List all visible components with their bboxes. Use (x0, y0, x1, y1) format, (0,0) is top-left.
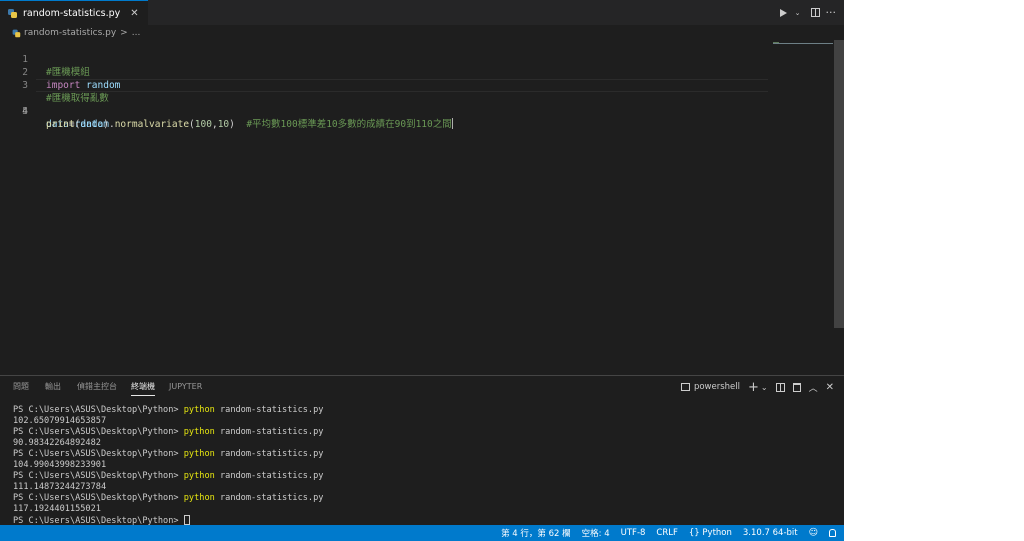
code-line-2: 2 import random (0, 53, 834, 91)
terminal-command: python (183, 471, 215, 481)
current-line-highlight (36, 79, 768, 92)
terminal-args: random-statistics.py (214, 449, 324, 459)
variable: data (80, 119, 104, 130)
terminal-cursor (183, 515, 190, 525)
tab-problems[interactable]: 問題 (13, 380, 29, 396)
terminal-command: python (183, 405, 215, 415)
run-python-file-icon[interactable] (779, 8, 787, 17)
scrollbar-track (834, 328, 844, 374)
breadcrumb-file[interactable]: random-statistics.py (24, 28, 116, 38)
vertical-scrollbar[interactable] (834, 40, 844, 328)
split-terminal-icon[interactable] (775, 382, 785, 392)
terminal-command: python (183, 493, 215, 503)
bottom-panel: 問題 輸出 偵錯主控台 終端機 JUPYTER powershell + ⌄ ︿… (0, 375, 844, 527)
code-line-4: 4 data=random.normalvariate(100,10) #平均數… (0, 79, 834, 130)
status-bar: 第 4 行，第 62 欄 空格: 4 UTF-8 CRLF {} Python … (0, 525, 844, 541)
feedback-icon[interactable]: ☺ (809, 528, 818, 538)
terminal-args: random-statistics.py (214, 471, 324, 481)
status-items: 第 4 行，第 62 欄 空格: 4 UTF-8 CRLF {} Python … (501, 525, 836, 541)
status-interpreter[interactable]: 3.10.7 64-bit (743, 528, 798, 538)
terminal-output-line: 117.1924401155021 (13, 504, 101, 514)
text-cursor (451, 118, 453, 129)
paren-close: ) (229, 119, 235, 130)
panel-actions: powershell + ⌄ ︿ ✕ (680, 379, 834, 395)
vscode-window: random-statistics.py ✕ ⌄ ··· random-stat… (0, 0, 844, 541)
tab-debug-console[interactable]: 偵錯主控台 (77, 380, 117, 396)
terminal-output-line: 104.99043998233901 (13, 460, 107, 470)
terminal-args: random-statistics.py (214, 493, 324, 503)
number-arg: 100 (194, 119, 212, 130)
status-indentation[interactable]: 空格: 4 (582, 527, 610, 539)
python-file-icon (8, 8, 17, 18)
notifications-bell-icon[interactable] (829, 529, 836, 537)
more-actions-icon[interactable]: ··· (826, 7, 837, 18)
terminal-output-line: 102.65079914653857 (13, 416, 107, 426)
tab-jupyter[interactable]: JUPYTER (169, 380, 202, 396)
terminal-line: PS C:\Users\ASUS\Desktop\Python> python … (13, 427, 323, 438)
terminal-line: PS C:\Users\ASUS\Desktop\Python> python … (13, 493, 323, 504)
close-tab-icon[interactable]: ✕ (130, 8, 138, 19)
comment: #平均數100標準差10多數的成績在90到110之間 (246, 119, 452, 130)
code-line-1: 1 #匯機模組 (0, 40, 834, 78)
kill-terminal-icon[interactable] (792, 382, 801, 392)
number-arg: 10 (217, 119, 230, 130)
new-terminal-icon[interactable]: + (748, 380, 759, 395)
status-cursor-position[interactable]: 第 4 行，第 62 欄 (501, 527, 571, 539)
terminal-prompt: PS C:\Users\ASUS\Desktop\Python> (13, 493, 184, 503)
terminal-shell-label[interactable]: powershell (694, 382, 740, 392)
function-name: print (46, 119, 75, 130)
status-eol[interactable]: CRLF (656, 528, 677, 538)
status-encoding[interactable]: UTF-8 (621, 528, 646, 538)
python-file-icon (12, 29, 21, 37)
run-options-chevron-icon[interactable]: ⌄ (795, 9, 801, 17)
terminal-output-line: 111.14873244273784 (13, 482, 107, 492)
terminal-prompt: PS C:\Users\ASUS\Desktop\Python> (13, 471, 184, 481)
function-name: normalvariate (114, 119, 190, 130)
status-language-label: Python (702, 528, 732, 538)
terminal-args: random-statistics.py (214, 427, 324, 437)
paren-close: ) (103, 119, 109, 130)
code-editor[interactable]: 1 #匯機模組 2 import random 3 #匯機取得亂數 4 data… (0, 40, 834, 374)
terminal-prompt: PS C:\Users\ASUS\Desktop\Python> (13, 427, 184, 437)
minimap[interactable] (773, 40, 833, 50)
split-editor-icon[interactable] (810, 8, 820, 17)
tab-bar: random-statistics.py ✕ ⌄ ··· (0, 0, 844, 25)
breadcrumb-separator-icon: > (120, 27, 128, 38)
terminal-prompt: PS C:\Users\ASUS\Desktop\Python> (13, 405, 184, 415)
terminal-command: python (183, 427, 215, 437)
editor-actions: ⌄ ··· (779, 0, 837, 25)
status-language[interactable]: {} Python (689, 528, 732, 538)
line-number: 5 (22, 106, 28, 117)
terminal-output-line: 90.98342264892482 (13, 438, 101, 448)
tab-label: random-statistics.py (23, 7, 121, 19)
editor-tab-random-statistics[interactable]: random-statistics.py ✕ (0, 0, 148, 25)
breadcrumb-symbols[interactable]: ... (132, 28, 141, 38)
tab-output[interactable]: 輸出 (45, 380, 61, 396)
maximize-panel-chevron-up-icon[interactable]: ︿ (809, 381, 818, 394)
terminal-line: PS C:\Users\ASUS\Desktop\Python> python … (13, 405, 323, 416)
braces-icon: {} (688, 528, 700, 538)
code-line-3: 3 #匯機取得亂數 (0, 66, 834, 104)
breadcrumb: random-statistics.py > ... (12, 26, 140, 39)
tab-terminal[interactable]: 終端機 (131, 380, 155, 396)
terminal-dropdown-chevron-icon[interactable]: ⌄ (761, 383, 768, 392)
terminal-command: python (183, 449, 215, 459)
terminal-line: PS C:\Users\ASUS\Desktop\Python> python … (13, 449, 323, 460)
terminal-output[interactable]: PS C:\Users\ASUS\Desktop\Python> python … (13, 405, 323, 527)
minimap-line (773, 43, 833, 44)
code-line-5: 5 print(data) (0, 92, 834, 130)
terminal-line: PS C:\Users\ASUS\Desktop\Python> python … (13, 471, 323, 482)
terminal-args: random-statistics.py (214, 405, 324, 415)
terminal-prompt: PS C:\Users\ASUS\Desktop\Python> (13, 449, 184, 459)
terminal-icon (680, 383, 690, 391)
close-panel-icon[interactable]: ✕ (826, 382, 834, 393)
